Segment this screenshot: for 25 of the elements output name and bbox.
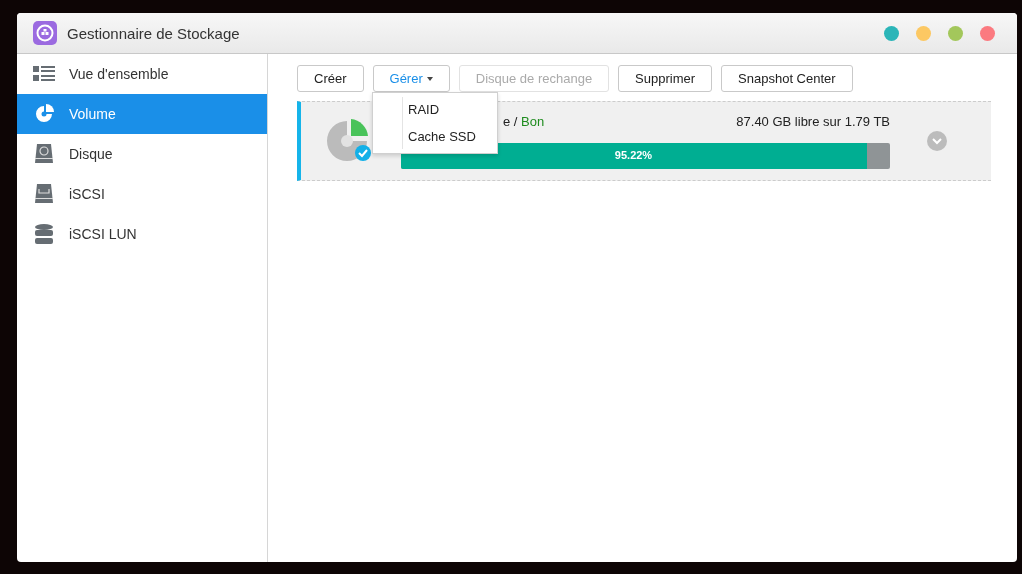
usage-percent: 95.22% (613, 148, 654, 161)
window-title: Gestionnaire de Stockage (67, 24, 240, 42)
expand-icon[interactable] (927, 131, 947, 151)
toolbar-button[interactable]: Créer (297, 65, 364, 92)
database-icon (33, 223, 55, 245)
caret-icon (426, 76, 433, 81)
pie-chart-icon (33, 103, 55, 125)
volume-capacity: 87.40 GB libre sur 1.79 TB (736, 113, 890, 129)
sidebar-item[interactable]: Vue d'ensemble (17, 54, 267, 94)
app-icon (33, 21, 57, 45)
window-control-button[interactable] (948, 25, 963, 41)
toolbar-button[interactable]: Supprimer (618, 65, 713, 92)
sidebar-item[interactable]: iSCSI LUN (17, 214, 267, 254)
hard-drive-icon (33, 143, 55, 165)
sidebar-item[interactable]: Disque (17, 134, 267, 174)
window-control-button[interactable] (884, 25, 899, 41)
sidebar-item[interactable]: iSCSI (17, 174, 267, 214)
toolbar-button[interactable]: Gérer (372, 65, 450, 92)
hard-drive-icon (33, 183, 55, 205)
toolbar-button[interactable]: Snapshot Center (721, 65, 853, 92)
list-icon (33, 65, 55, 83)
volume-status: e / Bon (503, 113, 545, 129)
menu-item[interactable]: Cache SSD (373, 123, 497, 150)
window-control-button[interactable] (980, 25, 995, 41)
window-control-button[interactable] (916, 25, 931, 41)
